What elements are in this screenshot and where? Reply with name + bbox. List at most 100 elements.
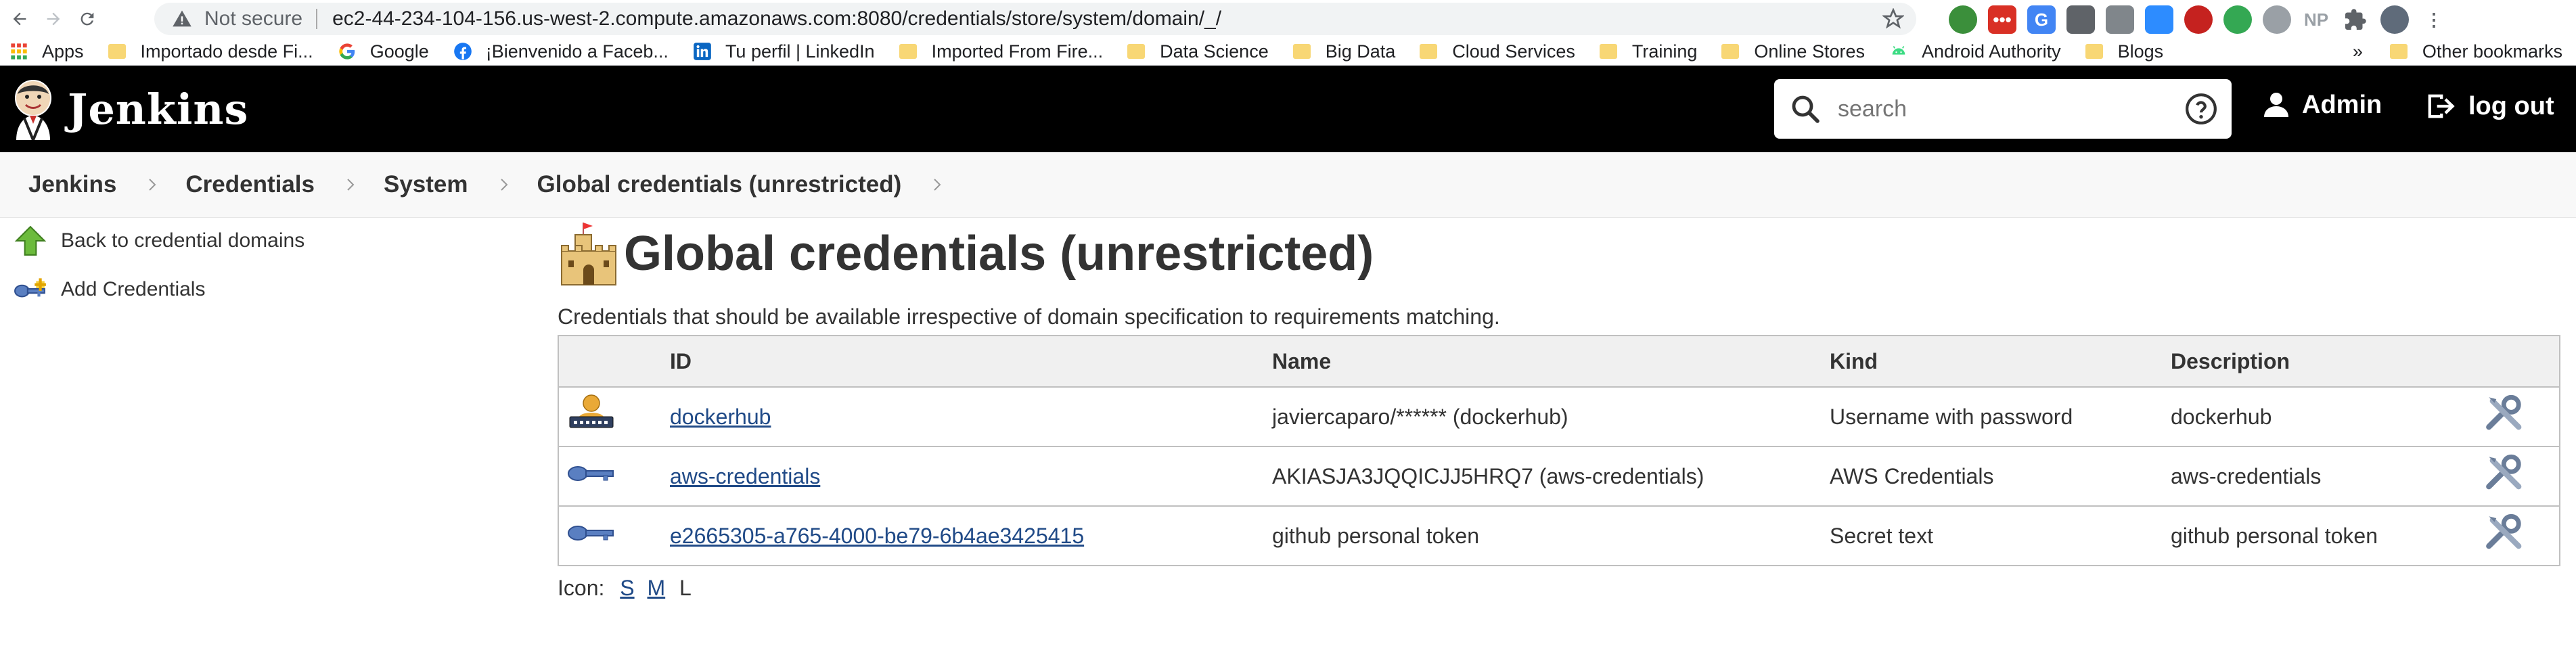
bookmark-cloud-services[interactable]: Cloud Services (1420, 41, 1575, 62)
bookmark-star-icon[interactable] (1882, 8, 1904, 30)
help-icon[interactable] (2184, 92, 2218, 126)
column-header-icon (558, 336, 669, 388)
logout-link[interactable]: log out (2422, 89, 2554, 124)
bookmark-big-data[interactable]: Big Data (1292, 41, 1395, 62)
folder-icon (1721, 44, 1740, 59)
bookmark-label: Google (369, 41, 429, 62)
bookmark-data-science[interactable]: Data Science (1127, 41, 1269, 62)
bookmark-android-authority[interactable]: Android Authority (1889, 41, 2061, 62)
back-button[interactable] (5, 5, 34, 33)
column-header-description[interactable]: Description (2170, 336, 2483, 388)
folder-icon (2085, 44, 2103, 59)
sidebar: Back to credential domains Add Credentia… (0, 216, 474, 314)
credential-id-link[interactable]: dockerhub (670, 405, 771, 429)
back-arrow-icon (13, 12, 26, 26)
bookmark-apps[interactable]: Apps (9, 41, 84, 62)
chevron-right-icon[interactable] (148, 178, 157, 191)
icon-size-small-link[interactable]: S (620, 576, 634, 600)
more-bookmarks-chevron-icon[interactable]: » (2353, 41, 2363, 62)
breadcrumb-jenkins[interactable]: Jenkins (28, 171, 116, 198)
address-bar[interactable]: Not secure ec2-44-234-104-156.us-west-2.… (154, 3, 1916, 35)
icon-size-large-current: L (679, 576, 692, 600)
page-heading: Global credentials (unrestricted) (558, 211, 2560, 296)
table-row: e2665305-a765-4000-be79-6b4ae3425415 git… (558, 505, 2560, 566)
folder-icon (899, 44, 917, 59)
url-text[interactable]: ec2-44-234-104-156.us-west-2.compute.ama… (332, 7, 1221, 30)
breadcrumb-system[interactable]: System (384, 171, 468, 198)
credential-id-cell: e2665305-a765-4000-be79-6b4ae3425415 (669, 505, 1271, 566)
reload-button[interactable] (73, 5, 101, 33)
extension-tomato-icon[interactable] (2263, 5, 2291, 34)
breadcrumb-credentials[interactable]: Credentials (185, 171, 315, 198)
column-header-id[interactable]: ID (669, 336, 1271, 388)
folder-icon (1127, 44, 1146, 59)
credential-id-link[interactable]: aws-credentials (670, 464, 820, 488)
credential-icon-cell (558, 386, 669, 446)
bookmark-imported-firefox[interactable]: Imported From Fire... (899, 41, 1104, 62)
main-panel: Global credentials (unrestricted) Creden… (558, 211, 2560, 601)
folder-icon (1420, 44, 1438, 59)
apps-grid-icon (11, 43, 27, 60)
sidebar-item-label: Back to credential domains (61, 229, 305, 252)
facebook-icon (453, 43, 472, 60)
key-icon (14, 278, 46, 298)
extension-translate-icon[interactable]: G (2027, 5, 2056, 34)
google-icon (339, 43, 355, 60)
folder-icon (108, 44, 126, 59)
credential-description-cell: aws-credentials (2170, 446, 2483, 506)
bookmark-training[interactable]: Training (1599, 41, 1697, 62)
browser-menu-icon[interactable]: ⋮ (2420, 5, 2448, 34)
configure-tools-icon[interactable] (2483, 511, 2528, 555)
credential-id-link[interactable]: e2665305-a765-4000-be79-6b4ae3425415 (670, 524, 1084, 548)
search-input[interactable] (1836, 95, 2157, 123)
credential-kind-cell: AWS Credentials (1829, 446, 2170, 506)
breadcrumb-global-credentials[interactable]: Global credentials (unrestricted) (537, 171, 902, 198)
configure-tools-icon[interactable] (2483, 451, 2528, 496)
bookmark-facebook[interactable]: ¡Bienvenido a Faceb... (453, 41, 669, 62)
chevron-right-icon[interactable] (346, 178, 355, 191)
extension-zoom-icon[interactable] (2145, 5, 2173, 34)
table-row: aws-credentials AKIASJA3JQQICJJ5HRQ7 (aw… (558, 446, 2560, 506)
bookmark-importado[interactable]: Importado desde Fi... (108, 41, 313, 62)
column-header-actions (2483, 336, 2560, 388)
extension-lastpass-icon[interactable]: ••• (1988, 5, 2016, 34)
bookmark-label: Cloud Services (1452, 41, 1575, 62)
extension-target-icon[interactable] (2223, 5, 2252, 34)
user-password-icon (569, 394, 614, 428)
browser-toolbar: Not secure ec2-44-234-104-156.us-west-2.… (0, 0, 2576, 38)
extension-recorder-icon[interactable] (2184, 5, 2213, 34)
column-header-kind[interactable]: Kind (1829, 336, 2170, 388)
credential-id-cell: dockerhub (669, 386, 1271, 446)
sidebar-item-back-to-domains[interactable]: Back to credential domains (14, 216, 474, 265)
user-name: Admin (2302, 90, 2382, 119)
extension-pocket-icon[interactable] (2066, 5, 2095, 34)
bookmark-google[interactable]: Google (338, 41, 429, 62)
chevron-right-icon[interactable] (932, 178, 942, 191)
column-header-name[interactable]: Name (1271, 336, 1829, 388)
bookmark-online-stores[interactable]: Online Stores (1721, 41, 1865, 62)
icon-size-medium-link[interactable]: M (648, 576, 666, 600)
jenkins-title[interactable]: Jenkins (68, 85, 248, 134)
bookmark-label: Imported From Fire... (931, 41, 1104, 62)
chevron-right-icon[interactable] (499, 178, 509, 191)
extension-screenshot-icon[interactable] (2106, 5, 2134, 34)
bookmark-label: ¡Bienvenido a Faceb... (485, 41, 669, 62)
forward-button[interactable] (39, 5, 68, 33)
configure-tools-icon[interactable] (2483, 392, 2528, 436)
sidebar-item-add-credentials[interactable]: Add Credentials (14, 265, 474, 314)
search-box (1774, 79, 2232, 139)
bookmark-blogs[interactable]: Blogs (2085, 41, 2163, 62)
credential-name-cell: AKIASJA3JQQICJJ5HRQ7 (aws-credentials) (1271, 446, 1829, 506)
reload-icon (81, 12, 94, 26)
other-bookmarks[interactable]: Other bookmarks (2389, 41, 2562, 62)
extensions-puzzle-icon[interactable] (2341, 5, 2370, 34)
extension-np-icon[interactable]: NP (2302, 5, 2330, 34)
jenkins-butler-logo-icon[interactable] (11, 78, 55, 140)
extension-globe-icon[interactable] (1949, 5, 1977, 34)
user-link[interactable]: Admin (2260, 89, 2382, 121)
linkedin-icon (694, 43, 711, 60)
page-description: Credentials that should be available irr… (558, 304, 1500, 329)
profile-avatar[interactable] (2380, 5, 2409, 34)
key-icon (568, 466, 614, 481)
bookmark-linkedin[interactable]: Tu perfil | LinkedIn (693, 41, 875, 62)
